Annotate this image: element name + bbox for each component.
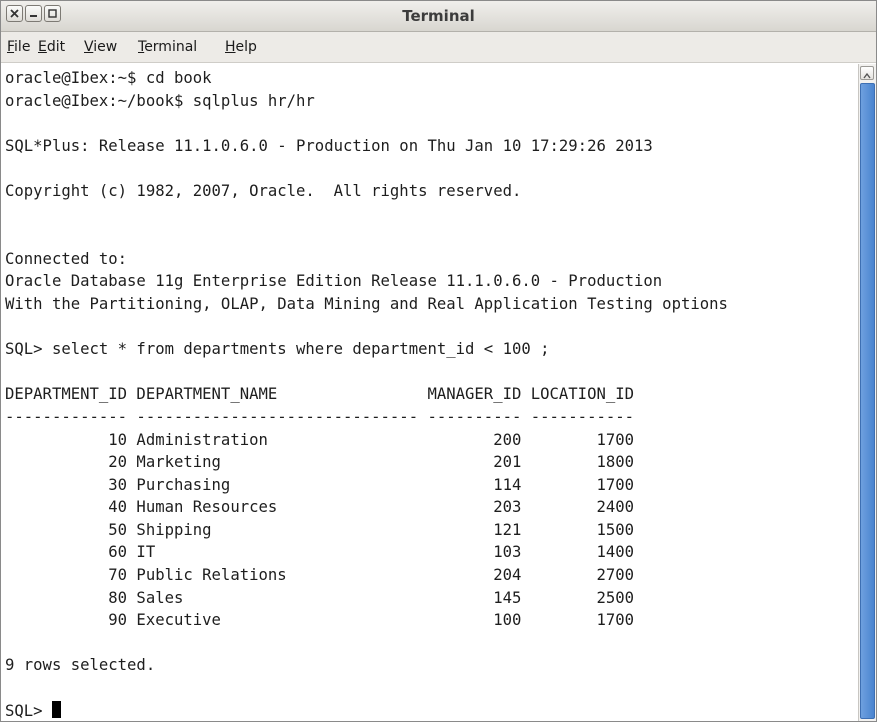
menu-file-mnemonic: F <box>7 39 15 55</box>
menu-help[interactable]: Help <box>225 39 257 55</box>
menu-edit[interactable]: Edit <box>38 39 65 55</box>
terminal-line: 20 Marketing 201 1800 <box>5 453 635 472</box>
terminal-line: 90 Executive 100 1700 <box>5 611 635 630</box>
terminal-line: 70 Public Relations 204 2700 <box>5 566 635 585</box>
terminal-line: With the Partitioning, OLAP, Data Mining… <box>5 294 728 313</box>
terminal-line: 50 Shipping 121 1500 <box>5 520 635 539</box>
sql-prompt: SQL> <box>5 701 52 720</box>
menu-view-mnemonic: V <box>84 39 94 55</box>
menu-file[interactable]: File <box>7 39 30 55</box>
terminal-line: Connected to: <box>5 249 128 268</box>
menu-view-label: iew <box>93 39 118 55</box>
menu-file-label: ile <box>14 39 31 55</box>
prompt-line[interactable]: SQL> <box>5 700 855 721</box>
menu-help-label: elp <box>235 39 257 55</box>
terminal-line: SQL> select * from departments where dep… <box>5 340 550 359</box>
menu-terminal[interactable]: Terminal <box>138 39 197 55</box>
terminal-line: 40 Human Resources 203 2400 <box>5 498 635 517</box>
menu-edit-mnemonic: E <box>38 39 47 55</box>
terminal-line: 30 Purchasing 114 1700 <box>5 475 635 494</box>
menu-help-mnemonic: H <box>225 39 236 55</box>
menu-view[interactable]: View <box>84 39 117 55</box>
terminal-line: SQL*Plus: Release 11.1.0.6.0 - Productio… <box>5 136 653 155</box>
terminal-line: Oracle Database 11g Enterprise Edition R… <box>5 272 663 291</box>
vertical-scrollbar[interactable] <box>858 64 876 721</box>
terminal-line: DEPARTMENT_ID DEPARTMENT_NAME MANAGER_ID… <box>5 385 635 404</box>
terminal-line: 80 Sales 145 2500 <box>5 588 635 607</box>
terminal-line: oracle@Ibex:~$ cd book <box>5 69 212 87</box>
menu-terminal-label: erminal <box>144 39 198 55</box>
scroll-thumb[interactable] <box>860 83 875 719</box>
scroll-up-button[interactable] <box>860 66 874 80</box>
terminal-line: 10 Administration 200 1700 <box>5 430 635 449</box>
terminal-window: Terminal File Edit View Terminal Help or… <box>0 0 877 722</box>
terminal-line: ------------- --------------------------… <box>5 407 635 426</box>
text-cursor <box>51 700 61 718</box>
menu-edit-label: dit <box>46 39 66 55</box>
terminal-line: oracle@Ibex:~/book$ sqlplus hr/hr <box>5 91 315 110</box>
terminal-line: 9 rows selected. <box>5 656 156 675</box>
title-bar[interactable]: Terminal <box>1 1 876 32</box>
terminal-output[interactable]: oracle@Ibex:~$ cd book oracle@Ibex:~/book… <box>5 67 855 721</box>
chevron-up-icon <box>863 72 871 79</box>
menu-bar: File Edit View Terminal Help <box>1 32 876 63</box>
terminal-line: Copyright (c) 1982, 2007, Oracle. All ri… <box>5 181 522 200</box>
window-title: Terminal <box>402 7 475 25</box>
terminal-line: 60 IT 103 1400 <box>5 543 635 562</box>
